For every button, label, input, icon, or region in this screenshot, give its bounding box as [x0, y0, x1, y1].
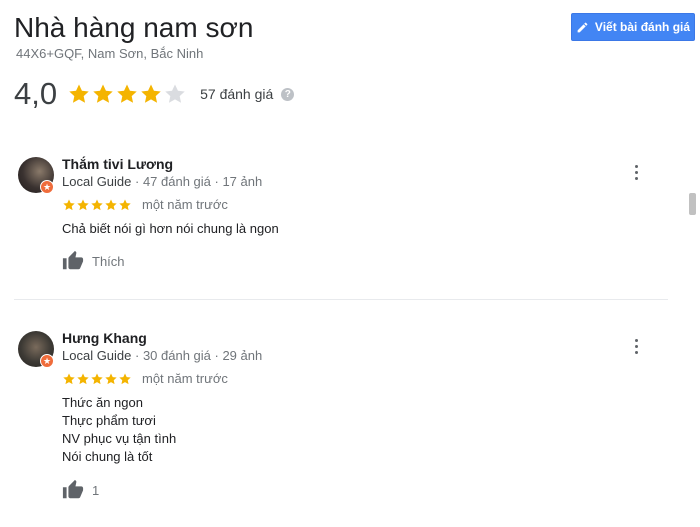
- review-text-line: NV phục vụ tận tình: [62, 431, 177, 446]
- star-icon: [93, 84, 113, 103]
- thumbs-up-icon: [62, 479, 84, 499]
- like-label: Thích: [92, 253, 125, 269]
- more-options-icon[interactable]: [628, 336, 644, 356]
- rating-score: 4,0: [14, 76, 58, 111]
- review-rating: một năm trước: [62, 197, 228, 212]
- place-address: 44X6+GQF, Nam Sơn, Bắc Ninh: [16, 46, 204, 61]
- like-button[interactable]: Thích: [62, 250, 125, 272]
- write-review-button[interactable]: Viết bài đánh giá: [571, 13, 695, 41]
- author-stats: · 47 đánh giá · 17 ảnh: [131, 174, 263, 189]
- review-time: một năm trước: [142, 197, 228, 212]
- rating-stars: [67, 82, 187, 106]
- review-author-meta: Local Guide · 47 đánh giá · 17 ảnh: [62, 174, 262, 189]
- local-guide-label: Local Guide: [62, 348, 132, 363]
- star-icon: [119, 372, 131, 384]
- like-button[interactable]: 1: [62, 479, 99, 501]
- review-rating: một năm trước: [62, 371, 228, 386]
- local-guide-label: Local Guide: [62, 174, 132, 189]
- review-text-line: Nói chung là tốt: [62, 449, 153, 464]
- star-empty-icon: [165, 84, 185, 103]
- review-time: một năm trước: [142, 371, 228, 386]
- help-icon[interactable]: ?: [281, 87, 295, 101]
- place-title: Nhà hàng nam sơn: [14, 12, 254, 43]
- star-icon: [119, 198, 131, 210]
- rating-summary: 4,0 57 đánh giá ?: [14, 76, 295, 112]
- star-icon: [91, 372, 103, 384]
- star-icon: [117, 84, 137, 103]
- author-stats: · 30 đánh giá · 29 ảnh: [131, 348, 263, 363]
- review-text-line: Thực phẩm tươi: [62, 413, 156, 428]
- review-count-link[interactable]: 57 đánh giá: [200, 86, 273, 102]
- star-icon: [141, 84, 161, 103]
- more-options-icon[interactable]: [628, 162, 644, 182]
- review-text: Chả biết nói gì hơn nói chung là ngon: [62, 220, 279, 238]
- star-icon: [105, 198, 117, 210]
- review-author[interactable]: Thắm tivi Lương: [62, 156, 173, 172]
- write-review-label: Viết bài đánh giá: [594, 20, 691, 34]
- scrollbar[interactable]: [689, 193, 696, 215]
- review-author-meta: Local Guide · 30 đánh giá · 29 ảnh: [62, 348, 262, 363]
- review-text: Thức ăn ngon Thực phẩm tươi NV phục vụ t…: [62, 394, 176, 466]
- review-text-line: Thức ăn ngon: [62, 395, 143, 410]
- review-divider: [14, 299, 668, 300]
- like-count: 1: [92, 482, 100, 498]
- star-icon: [105, 372, 117, 384]
- pencil-icon: [577, 22, 588, 32]
- thumbs-up-icon: [62, 250, 84, 270]
- star-icon: [63, 198, 75, 210]
- star-icon: [69, 84, 89, 103]
- local-guide-badge-icon: ★: [40, 180, 54, 194]
- star-icon: [77, 198, 89, 210]
- star-icon: [63, 372, 75, 384]
- local-guide-badge-icon: ★: [40, 354, 54, 368]
- star-icon: [77, 372, 89, 384]
- review-author[interactable]: Hưng Khang: [62, 330, 147, 346]
- review-text-line: Chả biết nói gì hơn nói chung là ngon: [62, 221, 279, 236]
- star-icon: [91, 198, 103, 210]
